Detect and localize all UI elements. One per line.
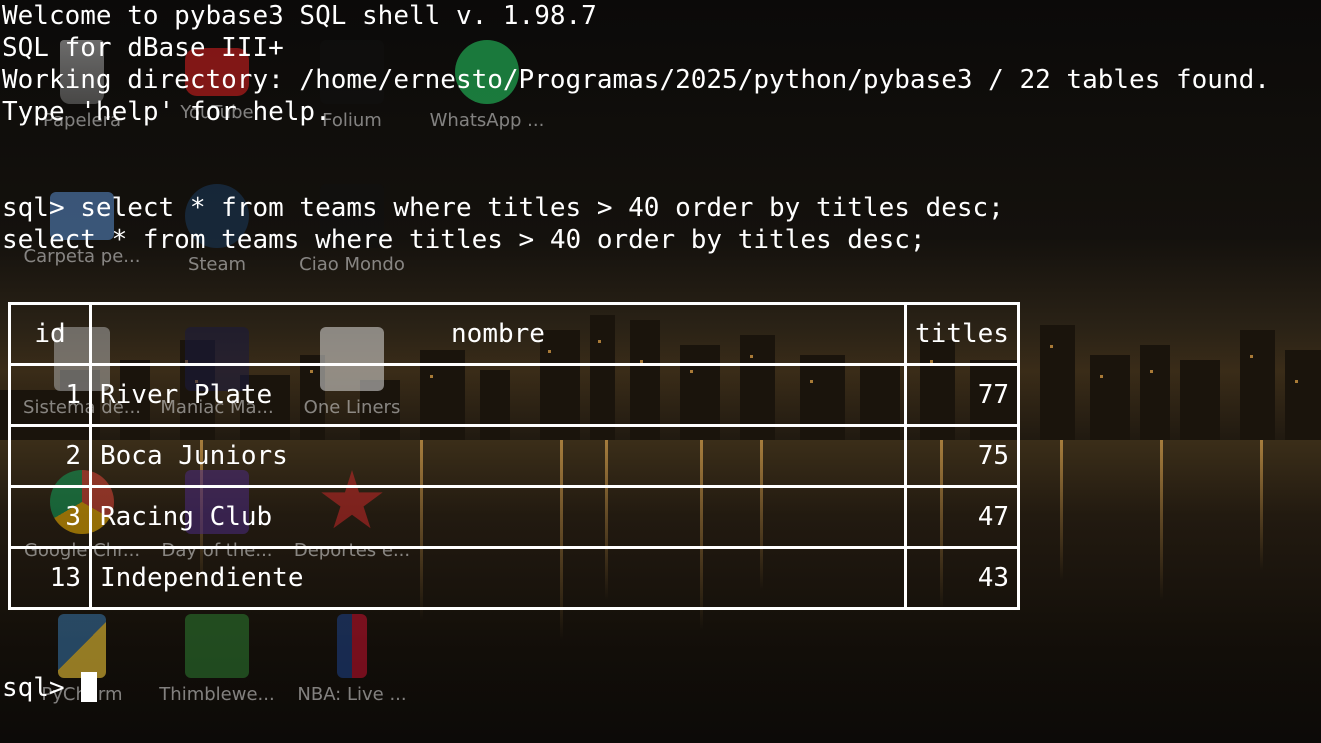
table-row: 1 River Plate 77 [8,363,1020,427]
column-header-nombre: nombre [89,302,907,366]
subtitle-line: SQL for dBase III+ [2,33,284,63]
cell-id: 1 [8,363,92,427]
cell-titles: 43 [904,546,1020,610]
cell-id: 3 [8,485,92,549]
result-table: id nombre titles 1 River Plate 77 2 Boca… [8,302,1020,610]
cell-titles: 47 [904,485,1020,549]
table-row: 3 Racing Club 47 [8,485,1020,549]
table-row: 2 Boca Juniors 75 [8,424,1020,488]
cell-nombre: Racing Club [89,485,907,549]
command-echo: select * from teams where titles > 40 or… [2,225,926,255]
cell-nombre: Independiente [89,546,907,610]
column-header-id: id [8,302,92,366]
cell-id: 2 [8,424,92,488]
cell-id: 13 [8,546,92,610]
prompt-line[interactable]: sql> [2,672,97,704]
cell-titles: 77 [904,363,1020,427]
workdir-line: Working directory: /home/ernesto/Program… [2,65,1270,95]
cell-nombre: Boca Juniors [89,424,907,488]
cell-nombre: River Plate [89,363,907,427]
help-line: Type 'help' for help. [2,97,331,127]
table-header-row: id nombre titles [8,302,1020,366]
table-row: 13 Independiente 43 [8,546,1020,610]
column-header-titles: titles [904,302,1020,366]
cell-titles: 75 [904,424,1020,488]
welcome-line: Welcome to pybase3 SQL shell v. 1.98.7 [2,1,597,31]
sql-terminal[interactable]: Welcome to pybase3 SQL shell v. 1.98.7 S… [0,0,1321,743]
text-cursor [80,672,97,702]
command-line: sql> select * from teams where titles > … [2,193,1004,223]
prompt-label: sql> [2,673,65,703]
